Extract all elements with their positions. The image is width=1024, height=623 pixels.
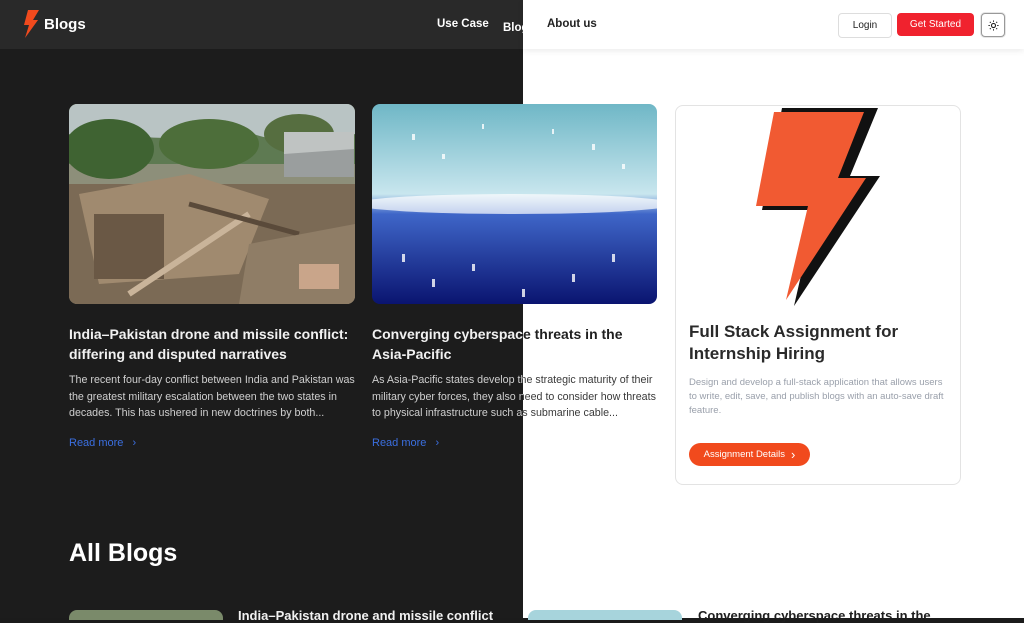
card-title-1[interactable]: India–Pakistan drone and missile conflic… [69,324,349,364]
card-excerpt-2-light-clip: As Asia-Pacific states develop the strat… [523,372,663,424]
card-excerpt-2-light: As Asia-Pacific states develop the strat… [523,374,656,419]
chevron-right-icon: › [435,437,440,449]
assignment-description: Design and develop a full-stack applicat… [689,377,944,416]
assignment-details-label: Assignment Details [703,449,785,460]
get-started-button[interactable]: Get Started [897,13,974,36]
card-excerpt-2-dark-clip: As Asia-Pacific states develop the strat… [372,372,523,424]
card-title-2-light-clip: Converging cyberspace threats in the Asi… [523,324,663,368]
theme-toggle-button[interactable] [981,13,1005,37]
read-more-label-1: Read more [69,437,124,449]
card-title-2-dark-clip: Converging cyberspace threats in the Asi… [372,324,523,368]
cyberspace-image [372,104,657,304]
login-button[interactable]: Login [838,13,892,38]
section-title: All Blogs [69,539,178,567]
dark-theme-panel [0,0,523,618]
card-excerpt-1: The recent four-day conflict between Ind… [69,374,355,419]
read-more-link-2[interactable]: Read more › [372,437,439,449]
nav-about-us[interactable]: About us [547,18,597,30]
assignment-title: Full Stack Assignment for Internship Hir… [689,322,899,363]
card-image-cyberspace[interactable] [372,104,657,304]
nav-blogs-wrap: Blogs [503,18,523,36]
bolt-logo-icon [24,10,39,38]
bottom-thumbnail-1[interactable] [69,610,223,620]
navbar: Blogs Use Case Blogs About us Login Get … [0,0,1024,49]
bottom-title-1[interactable]: India–Pakistan drone and missile conflic… [238,608,523,623]
nav-blogs[interactable]: Blogs [503,22,523,34]
read-more-link-1[interactable]: Read more › [69,437,136,449]
card-image-destroyed-houses[interactable] [69,104,355,304]
brand-name: Blogs [44,15,86,33]
bottom-title-2[interactable]: Converging cyberspace threats in the [698,608,958,623]
brand-link[interactable]: Blogs [22,10,86,38]
card-title-2-dark[interactable]: Converging cyberspace threats in the Asi… [372,324,523,364]
nav-use-case[interactable]: Use Case [437,18,489,30]
bolt-logo-large-icon [756,108,880,306]
bottom-thumbnail-2[interactable] [528,610,682,620]
card-title-2-light[interactable]: Converging cyberspace threats in the Asi… [523,324,652,364]
chevron-right-icon: › [132,437,137,449]
assignment-details-button[interactable]: Assignment Details › [689,443,810,466]
card-excerpt-2-dark: As Asia-Pacific states develop the strat… [372,374,523,419]
sun-icon [987,19,999,31]
destroyed-houses-image [69,104,355,304]
read-more-label-2: Read more [372,437,427,449]
chevron-right-icon: › [790,447,796,462]
